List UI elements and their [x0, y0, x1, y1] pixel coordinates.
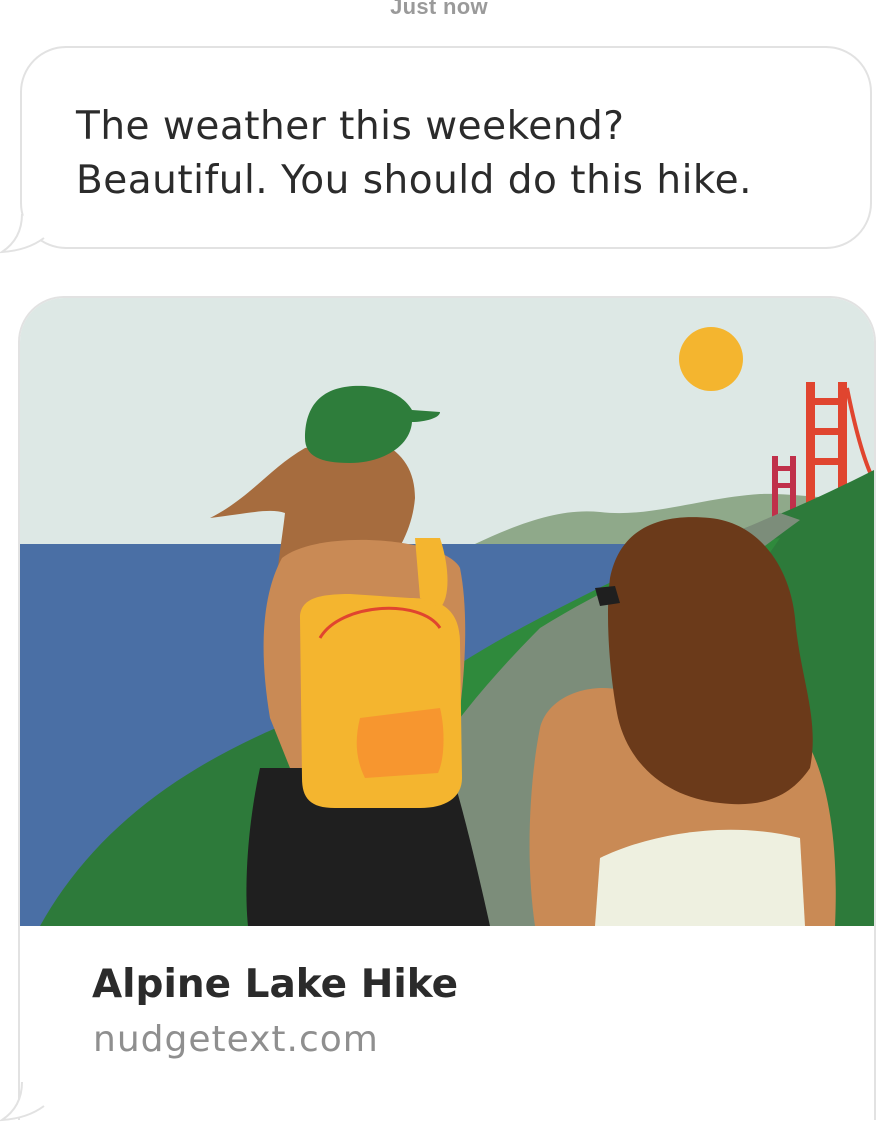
link-title[interactable]: Alpine Lake Hike: [92, 962, 458, 1007]
link-preview-image[interactable]: [20, 298, 876, 926]
message-line: The weather this weekend?: [76, 104, 625, 149]
bubble-tail-icon: [0, 1082, 45, 1122]
message-text: The weather this weekend? Beautiful. You…: [76, 100, 752, 208]
message-bubble[interactable]: The weather this weekend? Beautiful. You…: [20, 46, 872, 249]
link-domain: nudgetext.com: [93, 1019, 379, 1060]
link-preview-card[interactable]: Alpine Lake Hike nudgetext.com: [18, 296, 876, 1120]
backpack-pocket-shape: [356, 708, 444, 778]
bubble-tail-icon: [0, 214, 45, 254]
message-line: Beautiful. You should do this hike.: [76, 158, 753, 203]
sun-icon: [679, 327, 743, 391]
timestamp: Just now: [390, 0, 488, 19]
